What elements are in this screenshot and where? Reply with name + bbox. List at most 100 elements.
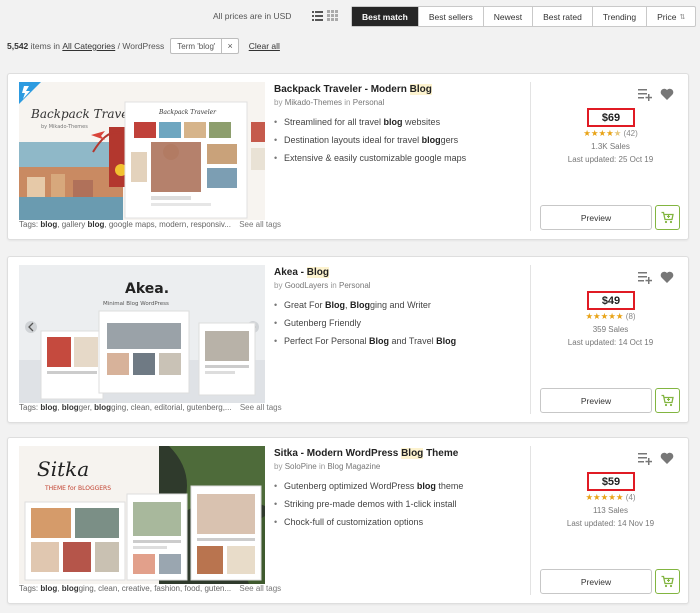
star-rating-icon: ★★★★★ bbox=[585, 492, 624, 502]
sales-count: 359 Sales bbox=[592, 325, 629, 334]
category-link[interactable]: Personal bbox=[339, 281, 371, 290]
last-updated: Last updated: 14 Oct 19 bbox=[567, 338, 654, 347]
tag-highlight[interactable]: blog bbox=[40, 220, 57, 229]
star-rating-icon: ★★★★★ bbox=[585, 311, 624, 321]
author-link[interactable]: GoodLayers bbox=[285, 281, 329, 290]
term-filter-chip: Term 'blog' × bbox=[170, 38, 239, 54]
feature-item: Great For Blog, Blogging and Writer bbox=[274, 300, 526, 310]
feature-item: Destination layouts ideal for travel blo… bbox=[274, 135, 526, 145]
add-to-collection-icon[interactable] bbox=[638, 270, 652, 284]
tags-label: Tags: bbox=[19, 584, 39, 593]
favorite-heart-icon[interactable] bbox=[660, 451, 674, 465]
thumb-sub-text: Minimal Blog WordPress bbox=[103, 301, 169, 307]
item-thumbnail[interactable]: Akea. Minimal Blog WordPress bbox=[19, 265, 265, 403]
tags-label: Tags: bbox=[19, 220, 39, 229]
sort-price[interactable]: Price ⇅ bbox=[647, 7, 695, 26]
item-price: $69 bbox=[587, 108, 635, 127]
preview-button[interactable]: Preview bbox=[540, 205, 652, 230]
preview-button[interactable]: Preview bbox=[540, 569, 652, 594]
item-price: $49 bbox=[587, 291, 635, 310]
category-link[interactable]: All Categories bbox=[62, 41, 115, 51]
item-title[interactable]: Akea - Blog bbox=[274, 267, 526, 278]
tag-highlight[interactable]: blog bbox=[40, 584, 57, 593]
subcategory-text: WordPress bbox=[122, 41, 165, 51]
feature-item: Streamlined for all travel blog websites bbox=[274, 117, 526, 127]
item-thumbnail[interactable]: Sitka THEME for BLOGGERS bbox=[19, 446, 265, 584]
tag-highlight[interactable]: blog bbox=[62, 584, 79, 593]
category-link[interactable]: Blog Magazine bbox=[327, 462, 380, 471]
list-view-icon[interactable] bbox=[312, 10, 323, 21]
items-in-text: items in bbox=[30, 41, 60, 51]
rating: ★★★★★ (42) bbox=[531, 128, 690, 139]
rating: ★★★★★ (8) bbox=[531, 311, 690, 322]
title-text: Sitka - Modern WordPress bbox=[274, 448, 402, 459]
title-highlight: Blog bbox=[409, 84, 432, 95]
item-title[interactable]: Backpack Traveler - Modern Blog bbox=[274, 84, 526, 95]
item-card: Akea. Minimal Blog WordPress Tags: blog,… bbox=[7, 256, 689, 423]
feature-item: Gutenberg optimized WordPress blog theme bbox=[274, 481, 526, 491]
see-all-tags-link[interactable]: See all tags bbox=[239, 220, 281, 229]
feature-list: Great For Blog, Blogging and Writer Gute… bbox=[274, 300, 526, 346]
purchase-panel: $59 ★★★★★ (4) 113 Sales Last updated: 14… bbox=[531, 438, 690, 603]
title-text: Theme bbox=[423, 448, 459, 459]
tag-text[interactable]: ging, clean, editorial, gutenberg,... bbox=[111, 403, 232, 412]
cart-icon bbox=[661, 575, 674, 588]
tag-text[interactable]: gallery bbox=[62, 220, 88, 229]
add-to-collection-icon[interactable] bbox=[638, 87, 652, 101]
tag-highlight[interactable]: blog bbox=[94, 403, 111, 412]
item-thumbnail[interactable]: Backpack Traveler by Mikado-Themes Backp… bbox=[19, 82, 265, 220]
clear-all-link[interactable]: Clear all bbox=[249, 41, 280, 51]
results-toolbar: All prices are in USD Best match Best se… bbox=[0, 0, 700, 34]
sort-best-match[interactable]: Best match bbox=[352, 7, 419, 26]
in-text: in bbox=[344, 98, 351, 107]
item-author: by Mikado-Themes in Personal bbox=[274, 98, 526, 107]
see-all-tags-link[interactable]: See all tags bbox=[239, 584, 281, 593]
sort-trending[interactable]: Trending bbox=[593, 7, 648, 26]
in-text: in bbox=[330, 281, 337, 290]
by-text: by bbox=[274, 281, 283, 290]
item-title[interactable]: Sitka - Modern WordPress Blog Theme bbox=[274, 448, 526, 459]
tag-text[interactable]: ging, clean, creative, fashion, food, gu… bbox=[79, 584, 232, 593]
sort-arrows-icon: ⇅ bbox=[679, 13, 686, 21]
purchase-panel: $49 ★★★★★ (8) 359 Sales Last updated: 14… bbox=[531, 257, 690, 422]
tags-label: Tags: bbox=[19, 403, 39, 412]
grid-view-icon[interactable] bbox=[327, 10, 338, 21]
add-to-cart-button[interactable] bbox=[655, 388, 680, 413]
feature-list: Gutenberg optimized WordPress blog theme… bbox=[274, 481, 526, 527]
sort-best-sellers[interactable]: Best sellers bbox=[419, 7, 484, 26]
tag-text[interactable]: google maps, modern, responsiv... bbox=[109, 220, 231, 229]
see-all-tags-link[interactable]: See all tags bbox=[240, 403, 282, 412]
remove-filter-icon[interactable]: × bbox=[222, 41, 237, 51]
sort-best-rated[interactable]: Best rated bbox=[533, 7, 593, 26]
tag-highlight[interactable]: blog bbox=[40, 403, 57, 412]
tag-highlight[interactable]: blog bbox=[62, 403, 79, 412]
add-to-cart-button[interactable] bbox=[655, 205, 680, 230]
feature-item: Perfect For Personal Blog and Travel Blo… bbox=[274, 336, 526, 346]
thumb-script-text: Sitka bbox=[37, 457, 89, 481]
add-to-collection-icon[interactable] bbox=[638, 451, 652, 465]
preview-button[interactable]: Preview bbox=[540, 388, 652, 413]
favorite-heart-icon[interactable] bbox=[660, 270, 674, 284]
feature-item: Extensive & easily customizable google m… bbox=[274, 153, 526, 163]
last-updated: Last updated: 14 Nov 19 bbox=[566, 519, 655, 528]
item-price: $59 bbox=[587, 472, 635, 491]
purchase-panel: $69 ★★★★★ (42) 1.3K Sales Last updated: … bbox=[531, 74, 690, 239]
cart-icon bbox=[661, 394, 674, 407]
breadcrumb-separator: / bbox=[117, 41, 120, 51]
item-tags: Tags: blog, blogger, blogging, clean, ed… bbox=[19, 403, 282, 412]
sort-newest[interactable]: Newest bbox=[484, 7, 534, 26]
item-author: by SoloPine in Blog Magazine bbox=[274, 462, 526, 471]
category-link[interactable]: Personal bbox=[353, 98, 385, 107]
author-link[interactable]: Mikado-Themes bbox=[285, 98, 342, 107]
star-rating-icon: ★★★★★ bbox=[583, 128, 622, 138]
favorite-heart-icon[interactable] bbox=[660, 87, 674, 101]
tag-text[interactable]: ger, bbox=[79, 403, 95, 412]
add-to-cart-button[interactable] bbox=[655, 569, 680, 594]
tag-highlight[interactable]: blog bbox=[88, 220, 105, 229]
author-link[interactable]: SoloPine bbox=[285, 462, 317, 471]
item-info: Sitka - Modern WordPress Blog Theme by S… bbox=[274, 448, 526, 535]
title-highlight: Blog bbox=[401, 448, 424, 459]
item-author: by GoodLayers in Personal bbox=[274, 281, 526, 290]
feature-list: Streamlined for all travel blog websites… bbox=[274, 117, 526, 163]
title-highlight: Blog bbox=[306, 267, 330, 278]
